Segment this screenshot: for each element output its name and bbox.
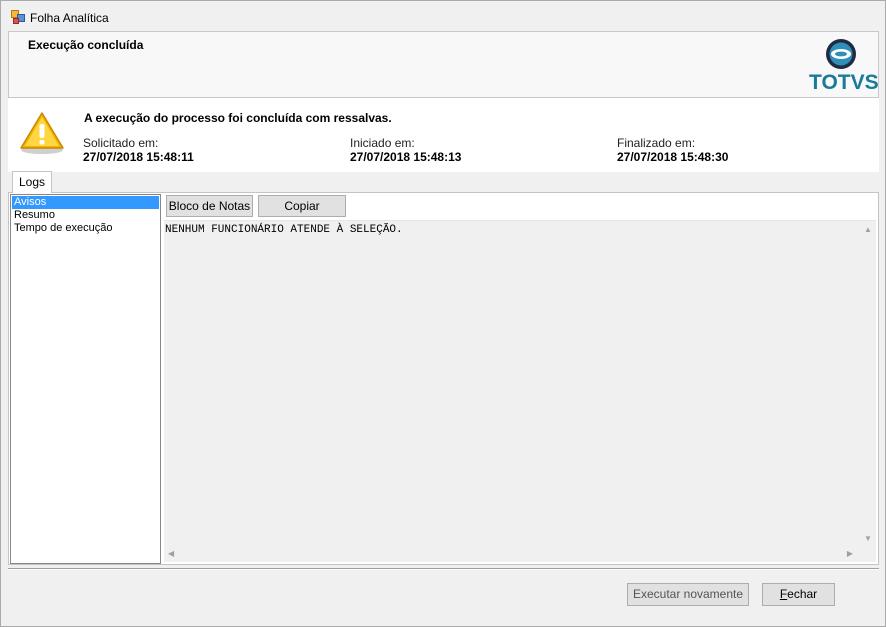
list-item-tempo-execucao[interactable]: Tempo de execução	[11, 222, 160, 235]
notepad-button[interactable]: Bloco de Notas	[166, 195, 253, 217]
started-label: Iniciado em:	[350, 136, 415, 150]
page-title: Execução concluída	[28, 38, 144, 52]
title-bar[interactable]: Folha Analítica	[1, 1, 885, 31]
finished-stamp: Finalizado em: 27/07/2018 15:48:30	[617, 136, 728, 164]
vertical-scrollbar[interactable]: ▲ ▼	[859, 221, 876, 547]
requested-stamp: Solicitado em: 27/07/2018 15:48:11	[83, 136, 194, 164]
copy-button[interactable]: Copiar	[258, 195, 346, 217]
warning-icon	[20, 112, 64, 154]
dialog-window: Folha Analítica Execução concluída TOTVS…	[0, 0, 886, 627]
finished-label: Finalizado em:	[617, 136, 696, 150]
window-title: Folha Analítica	[30, 11, 109, 25]
tab-logs[interactable]: Logs	[12, 171, 52, 193]
header-panel: Execução concluída TOTVS	[8, 31, 879, 98]
requested-value: 27/07/2018 15:48:11	[83, 150, 194, 164]
run-again-button[interactable]: Executar novamente	[627, 583, 749, 606]
totvs-logo-icon	[826, 39, 856, 69]
totvs-logo-text: TOTVS	[809, 71, 879, 94]
finished-value: 27/07/2018 15:48:30	[617, 150, 729, 164]
logs-list[interactable]: Avisos Resumo Tempo de execução	[10, 194, 161, 564]
scrollbar-corner	[859, 546, 876, 562]
requested-label: Solicitado em:	[83, 136, 159, 150]
info-panel: A execução do processo foi concluída com…	[8, 98, 879, 172]
log-viewer: Bloco de Notas Copiar NENHUM FUNCIONÁRIO…	[164, 193, 878, 564]
scroll-left-icon[interactable]: ◀	[168, 550, 174, 558]
horizontal-scrollbar[interactable]: ◀ ▶	[164, 546, 859, 562]
scroll-down-icon[interactable]: ▼	[864, 535, 872, 543]
scroll-up-icon[interactable]: ▲	[864, 226, 872, 234]
log-text: NENHUM FUNCIONÁRIO ATENDE À SELEÇÃO.	[165, 224, 403, 236]
app-window-icon	[11, 10, 25, 24]
list-item-resumo[interactable]: Resumo	[11, 209, 160, 222]
scroll-right-icon[interactable]: ▶	[847, 550, 853, 558]
logs-tab-panel: Avisos Resumo Tempo de execução Bloco de…	[8, 192, 879, 565]
totvs-logo: TOTVS	[809, 37, 879, 95]
result-message: A execução do processo foi concluída com…	[84, 111, 392, 125]
started-stamp: Iniciado em: 27/07/2018 15:48:13	[350, 136, 461, 164]
log-text-area[interactable]: NENHUM FUNCIONÁRIO ATENDE À SELEÇÃO. ▲ ▼…	[164, 220, 876, 562]
started-value: 27/07/2018 15:48:13	[350, 150, 462, 164]
close-button[interactable]: Fechar	[762, 583, 835, 606]
footer-divider-highlight	[8, 569, 879, 570]
list-item-avisos[interactable]: Avisos	[12, 196, 159, 209]
